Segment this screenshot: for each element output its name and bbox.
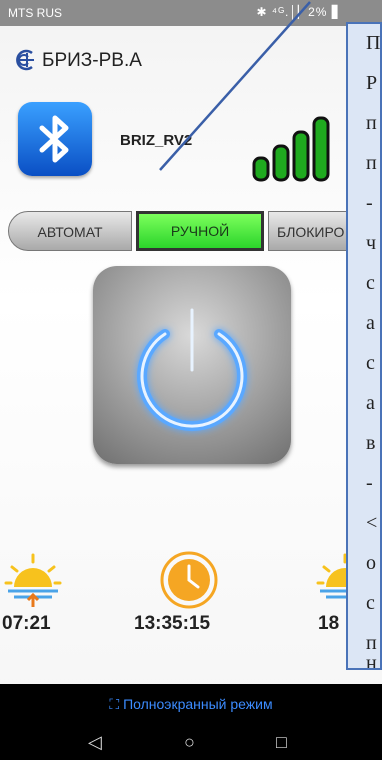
- back-button[interactable]: ◁: [88, 732, 102, 753]
- annotation-line: <: [366, 512, 378, 534]
- device-row: BRIZ_RV2: [0, 102, 382, 182]
- app-header: БРИЗ-РВ.А: [0, 26, 382, 86]
- annotation-line: с: [366, 352, 375, 374]
- sunset-time: 18: [318, 613, 340, 634]
- status-bar: MTS RUS ✱ ⁴ᴳ.│▏2% ▋: [0, 0, 382, 26]
- fullscreen-mode-button[interactable]: ⛶ Полноэкранный режим: [0, 684, 382, 724]
- fullscreen-label: Полноэкранный режим: [123, 696, 273, 712]
- annotation-line: п: [366, 152, 377, 174]
- carrier-name: MTS RUS: [8, 6, 62, 20]
- clock-icon[interactable]: [160, 551, 218, 609]
- annotation-callout: П Р п п - ч с а с а в - < о с п н: [346, 22, 382, 670]
- app-screen: БРИЗ-РВ.А BRIZ_RV2 АВТОМАТ РУЧНОЙ БЛОКИР…: [0, 26, 382, 712]
- annotation-line: -: [366, 472, 373, 494]
- annotation-line: с: [366, 272, 375, 294]
- device-name: BRIZ_RV2: [120, 132, 193, 149]
- system-nav-bar: ◁ ○ □: [0, 724, 382, 760]
- recent-apps-button[interactable]: □: [276, 732, 287, 753]
- home-button[interactable]: ○: [184, 732, 195, 753]
- annotation-line: с: [366, 592, 375, 614]
- annotation-line: н: [366, 652, 377, 670]
- bluetooth-icon[interactable]: [18, 102, 92, 176]
- status-indicators: ✱ ⁴ᴳ.│▏2% ▋: [256, 5, 342, 19]
- power-button[interactable]: [93, 266, 291, 464]
- current-time: 13:35:15: [134, 613, 211, 634]
- annotation-line: Р: [366, 72, 378, 94]
- sunrise-icon: [4, 553, 62, 607]
- annotation-line: П: [366, 32, 381, 54]
- annotation-line: ч: [366, 232, 377, 254]
- annotation-line: а: [366, 312, 375, 334]
- time-row: 07:21 13:35:15 18: [0, 551, 382, 671]
- annotation-line: а: [366, 392, 375, 414]
- sunrise-time: 07:21: [2, 613, 51, 634]
- expand-icon: ⛶: [109, 696, 120, 712]
- power-icon: [137, 305, 247, 432]
- annotation-line: -: [366, 192, 373, 214]
- tab-manual[interactable]: РУЧНОЙ: [136, 211, 264, 251]
- annotation-line: в: [366, 432, 376, 454]
- tab-auto[interactable]: АВТОМАТ: [8, 211, 132, 251]
- app-title: БРИЗ-РВ.А: [42, 50, 142, 71]
- annotation-line: п: [366, 112, 377, 134]
- annotation-line: о: [366, 552, 376, 574]
- company-logo-icon: [16, 49, 34, 71]
- mode-tabs: АВТОМАТ РУЧНОЙ БЛОКИРО: [8, 211, 382, 251]
